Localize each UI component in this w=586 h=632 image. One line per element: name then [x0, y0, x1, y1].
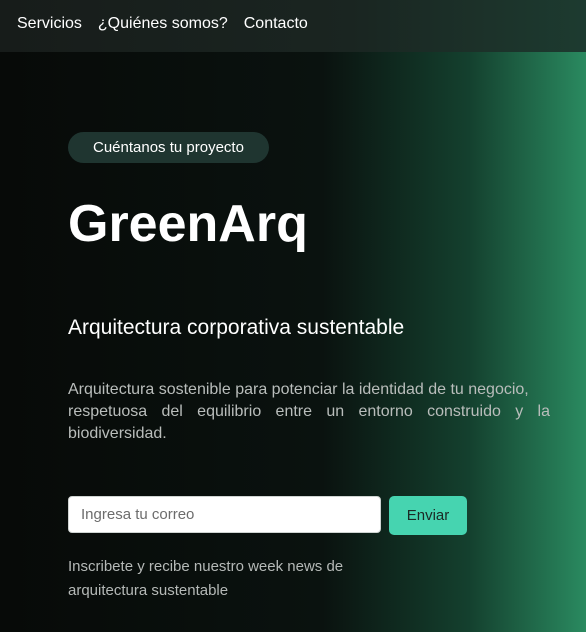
hero-description-line-1: Arquitectura sostenible para potenciar l… — [68, 381, 529, 398]
nav-link-quienes-somos[interactable]: ¿Quiénes somos? — [98, 15, 228, 33]
top-navbar: Servicios ¿Quiénes somos? Contacto — [0, 0, 586, 52]
hero-description-line-2: respetuosa del equilibrio entre un entor… — [68, 403, 550, 442]
send-button[interactable]: Enviar — [389, 496, 467, 535]
hero-description: Arquitectura sostenible para potenciar l… — [68, 379, 550, 445]
landing-page: Servicios ¿Quiénes somos? Contacto Cuént… — [0, 0, 586, 632]
project-cta-pill[interactable]: Cuéntanos tu proyecto — [68, 132, 269, 163]
hero-subtitle: Arquitectura corporativa sustentable — [68, 316, 405, 339]
newsletter-note: Inscribete y recibe nuestro week news de… — [68, 558, 344, 599]
nav-link-contacto[interactable]: Contacto — [244, 15, 308, 33]
brand-title: GreenArq — [68, 195, 308, 253]
nav-link-servicios[interactable]: Servicios — [17, 15, 82, 33]
email-input[interactable] — [68, 496, 381, 533]
nav-links: Servicios ¿Quiénes somos? Contacto — [17, 15, 324, 33]
